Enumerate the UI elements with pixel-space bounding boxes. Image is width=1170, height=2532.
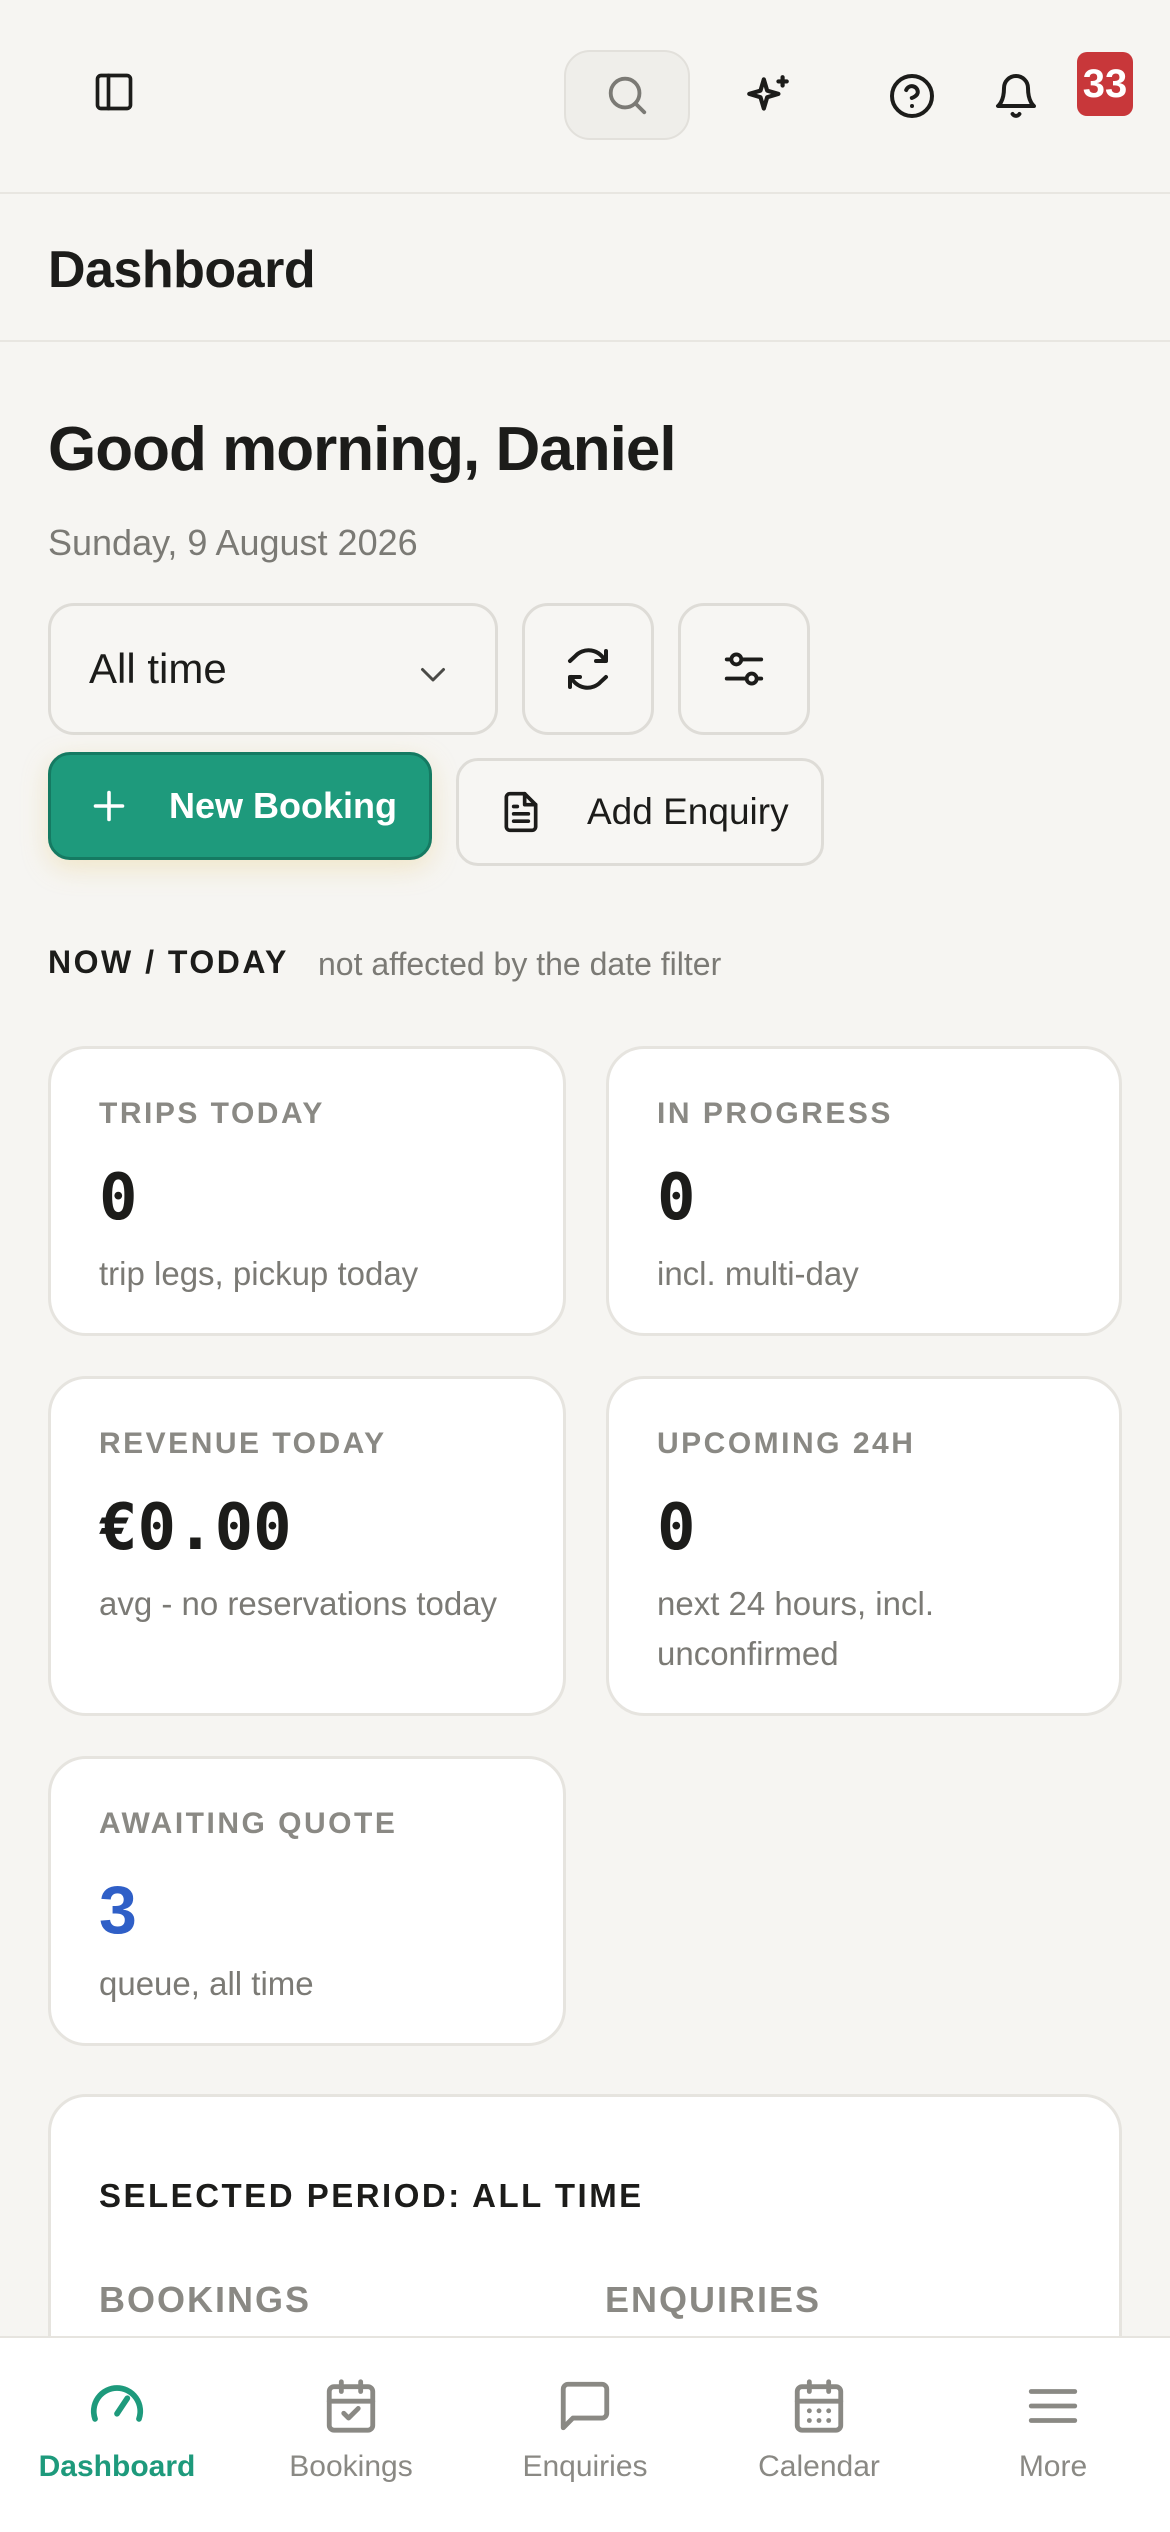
filter-settings-button[interactable] — [678, 603, 810, 735]
date-range-value: All time — [89, 645, 227, 692]
date-range-select[interactable]: All time — [48, 603, 498, 735]
add-enquiry-label: Add Enquiry — [587, 791, 789, 832]
selected-period-title: SELECTED PERIOD: ALL TIME — [99, 2177, 644, 2214]
nav-bookings[interactable]: Bookings — [234, 2338, 468, 2532]
card-label: UPCOMING 24H — [657, 1427, 916, 1460]
calendar-check-icon — [326, 2379, 376, 2433]
bell-icon — [996, 74, 1036, 118]
nav-more[interactable]: More — [936, 2338, 1170, 2532]
refresh-button[interactable] — [522, 603, 654, 735]
awaiting-quote-card[interactable]: AWAITING QUOTE 3 queue, all time — [48, 1756, 566, 2046]
nav-label: Bookings — [289, 2450, 413, 2483]
now-today-note: not affected by the date filter — [318, 946, 722, 982]
sliders-icon — [724, 652, 764, 686]
nav-enquiries[interactable]: Enquiries — [468, 2338, 702, 2532]
card-subtitle: trip legs, pickup today — [99, 1255, 419, 1292]
new-booking-button[interactable]: New Booking — [48, 752, 432, 860]
trips-today-card[interactable]: TRIPS TODAY 0 trip legs, pickup today — [48, 1046, 566, 1336]
search-button[interactable] — [564, 50, 690, 140]
nav-label: Enquiries — [522, 2450, 648, 2483]
sidebar-toggle-button[interactable] — [82, 60, 146, 124]
search-icon — [608, 76, 647, 115]
nav-dashboard[interactable]: Dashboard — [0, 2338, 234, 2532]
message-icon — [560, 2381, 610, 2431]
card-subtitle: next 24 hours, incl. unconfirmed — [657, 1585, 934, 1672]
card-subtitle: incl. multi-day — [657, 1255, 859, 1292]
revenue-today-card[interactable]: REVENUE TODAY €0.00 avg - no reservation… — [48, 1376, 566, 1716]
card-subtitle: avg - no reservations today — [99, 1585, 498, 1622]
upcoming-24h-card[interactable]: UPCOMING 24H 0 next 24 hours, incl. unco… — [606, 1376, 1122, 1716]
bottom-navigation: Dashboard Bookings Enquiries Calendar Mo… — [0, 2336, 1170, 2532]
card-label: REVENUE TODAY — [99, 1427, 387, 1460]
help-button[interactable] — [880, 64, 944, 128]
plus-icon — [93, 790, 125, 822]
in-progress-card[interactable]: IN PROGRESS 0 incl. multi-day — [606, 1046, 1122, 1336]
bookings-column-heading: BOOKINGS — [99, 2279, 312, 2320]
document-icon — [504, 791, 538, 833]
add-enquiry-button[interactable]: Add Enquiry — [456, 758, 824, 866]
card-value: €0.00 — [99, 1491, 292, 1565]
card-label: IN PROGRESS — [657, 1097, 893, 1130]
notifications-button[interactable] — [984, 64, 1048, 128]
help-circle-icon — [890, 74, 934, 118]
nav-calendar[interactable]: Calendar — [702, 2338, 936, 2532]
card-label: AWAITING QUOTE — [99, 1807, 398, 1840]
card-value: 0 — [657, 1161, 696, 1235]
current-date: Sunday, 9 August 2026 — [48, 522, 418, 563]
card-label: TRIPS TODAY — [99, 1097, 325, 1130]
refresh-icon — [568, 648, 608, 690]
menu-icon — [1028, 2389, 1078, 2423]
new-booking-label: New Booking — [169, 785, 398, 826]
page-title: Dashboard — [48, 241, 316, 299]
card-value: 0 — [657, 1491, 696, 1565]
nav-label: Dashboard — [38, 2450, 196, 2483]
ai-assistant-button[interactable] — [736, 64, 800, 128]
sparkles-icon — [747, 75, 789, 111]
card-value: 3 — [99, 1872, 137, 1948]
card-value: 0 — [99, 1161, 138, 1235]
enquiries-column-heading: ENQUIRIES — [605, 2279, 822, 2320]
notification-badge[interactable]: 33 — [1077, 52, 1133, 116]
gauge-icon — [90, 2385, 144, 2422]
nav-label: Calendar — [758, 2450, 880, 2483]
calendar-icon — [794, 2379, 844, 2433]
sidebar-icon — [95, 73, 133, 111]
nav-label: More — [1018, 2450, 1088, 2483]
greeting-heading: Good morning, Daniel — [48, 415, 677, 484]
card-subtitle: queue, all time — [99, 1965, 314, 2002]
chevron-down-icon — [421, 668, 445, 682]
now-today-heading: NOW / TODAY — [48, 944, 289, 980]
